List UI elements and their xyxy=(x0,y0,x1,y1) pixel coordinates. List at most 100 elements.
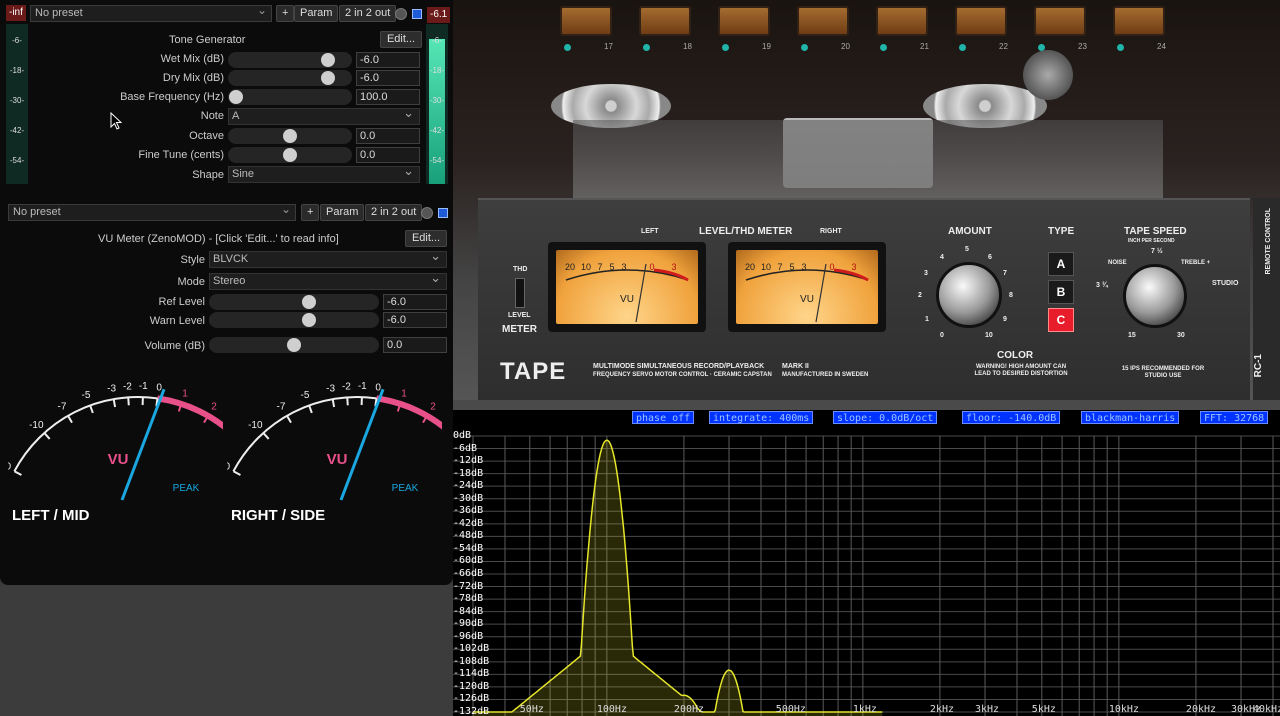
analyzer-status-item[interactable]: slope: 0.0dB/oct xyxy=(833,411,938,424)
slider-thumb[interactable] xyxy=(283,129,297,143)
tone-preset-select[interactable]: No preset xyxy=(30,3,272,22)
slider-thumb[interactable] xyxy=(302,313,317,327)
db-axis-label: -30dB xyxy=(453,492,484,504)
vu-tick xyxy=(262,432,270,440)
model-label: RC-1 xyxy=(1253,354,1264,378)
base-frequency-label: Base Frequency (Hz) xyxy=(120,91,224,103)
base-frequency-slider[interactable] xyxy=(228,89,352,105)
db-axis-label: -6dB xyxy=(453,442,478,454)
slider-thumb[interactable] xyxy=(287,338,301,352)
color-label: COLOR xyxy=(997,350,1034,361)
slider-thumb[interactable] xyxy=(302,295,317,309)
vu-add-preset-button[interactable]: + xyxy=(301,204,320,221)
wet-mix-value[interactable]: -6.0 xyxy=(356,52,420,68)
vu-wet-knob-icon[interactable] xyxy=(421,207,433,219)
frequency-axis-label: 3kHz xyxy=(975,704,1000,715)
vu-preset-select[interactable]: No preset xyxy=(8,202,296,221)
amount-tick-6: 6 xyxy=(988,254,992,261)
style-select[interactable]: BLVCK xyxy=(209,248,447,268)
vu-routing-button[interactable]: 2 in 2 out xyxy=(365,204,423,221)
analyzer-status-item[interactable]: floor: -140.0dB xyxy=(962,411,1061,424)
tone-routing-button[interactable]: 2 in 2 out xyxy=(339,5,397,22)
warn-level-slider[interactable] xyxy=(209,312,379,328)
vu-param-button[interactable]: Param xyxy=(320,204,365,221)
speed-recommendation: 15 IPS RECOMMENDED FOR STUDIO USE xyxy=(1121,366,1205,379)
shape-select[interactable]: Sine xyxy=(228,163,420,183)
volume-value[interactable]: 0.0 xyxy=(383,337,447,353)
vu-tick xyxy=(331,398,336,408)
base-frequency-value[interactable]: 100.0 xyxy=(356,89,420,105)
tone-param-button[interactable]: Param xyxy=(294,5,339,22)
slider-thumb[interactable] xyxy=(283,148,297,162)
wet-mix-slider[interactable] xyxy=(228,52,352,68)
dry-mix-slider[interactable] xyxy=(228,70,352,86)
ref-level-slider[interactable] xyxy=(209,294,379,310)
vu-scale-label: 0 xyxy=(156,382,162,393)
frequency-axis-label: 100Hz xyxy=(596,704,627,715)
warn-level-value[interactable]: -6.0 xyxy=(383,312,447,328)
tone-add-preset-button[interactable]: + xyxy=(276,5,295,22)
db-axis-label: -78dB xyxy=(453,593,484,605)
tone-edit-button[interactable]: Edit... xyxy=(380,31,422,48)
channel-number: 17 xyxy=(604,42,613,51)
type-button-a[interactable]: A xyxy=(1048,252,1074,276)
frequency-axis-label: 500Hz xyxy=(775,704,806,715)
vu-tick xyxy=(308,405,313,414)
note-select[interactable]: A xyxy=(228,105,420,125)
channel-number: 21 xyxy=(920,42,929,51)
wet-mix-label: Wet Mix (dB) xyxy=(160,53,224,65)
volume-slider[interactable] xyxy=(209,337,379,353)
analyzer-status-item[interactable]: integrate: 400ms xyxy=(709,411,814,424)
amount-knob[interactable] xyxy=(936,262,1002,328)
type-button-c[interactable]: C xyxy=(1048,308,1074,332)
left-vu-dial: 20 10 7 5 3 0 3VU xyxy=(556,250,698,324)
vu-scale-label: 1 xyxy=(182,388,188,399)
warning-text: WARNING! HIGH AMOUNT CAN LEAD TO DESIRED… xyxy=(974,364,1068,377)
db-axis-label: -60dB xyxy=(453,555,484,567)
screen-root: -inf No preset + Param 2 in 2 out -6.1 -… xyxy=(0,0,1280,716)
analyzer-status-item[interactable]: phase off xyxy=(632,411,695,424)
ref-level-value[interactable]: -6.0 xyxy=(383,294,447,310)
analyzer-status-item[interactable]: FFT: 32768 xyxy=(1200,411,1269,424)
tape-speed-knob[interactable] xyxy=(1123,264,1187,328)
dry-mix-value[interactable]: -6.0 xyxy=(356,70,420,86)
slider-thumb[interactable] xyxy=(229,90,243,104)
fine-tune-slider[interactable] xyxy=(228,147,352,163)
channel-display xyxy=(718,6,770,36)
vu-scale-label: -1 xyxy=(358,381,367,392)
db-axis-label: -120dB xyxy=(453,680,490,692)
speed-tick-3-75: 3 ¾ xyxy=(1096,282,1108,289)
amount-tick-2: 2 xyxy=(918,292,922,299)
octave-slider[interactable] xyxy=(228,128,352,144)
vu-needle xyxy=(120,388,166,501)
mode-select[interactable]: Stereo xyxy=(209,270,447,290)
db-axis-label: -66dB xyxy=(453,568,484,579)
style-label: Style xyxy=(180,254,205,266)
tone-wet-knob-icon[interactable] xyxy=(395,8,407,20)
type-button-b[interactable]: B xyxy=(1048,280,1074,304)
tone-generator-title: Tone Generator xyxy=(169,34,246,46)
meter-mode-switch[interactable] xyxy=(515,278,525,308)
vu-tick xyxy=(346,397,349,406)
amount-tick-9: 9 xyxy=(1003,316,1007,323)
fine-tune-value[interactable]: 0.0 xyxy=(356,147,420,163)
octave-value[interactable]: 0.0 xyxy=(356,128,420,144)
speed-tick-30: 30 xyxy=(1177,332,1185,339)
channel-display xyxy=(639,6,691,36)
spectrum-analyzer: phase off integrate: 400ms slope: 0.0dB/oc… xyxy=(453,410,1280,716)
vu-scale-label: -3 xyxy=(326,383,335,394)
analyzer-status-item[interactable]: blackman-harris xyxy=(1081,411,1180,424)
vu-bypass-toggle[interactable] xyxy=(438,208,448,218)
brand-line-2: FREQUENCY SERVO MOTOR CONTROL · CERAMIC … xyxy=(593,372,772,378)
left-mid-caption: LEFT / MID xyxy=(12,507,90,524)
tone-bypass-toggle[interactable] xyxy=(412,9,422,19)
volume-label: Volume (dB) xyxy=(144,340,205,352)
db-axis-label: -48dB xyxy=(453,530,484,542)
level-label: LEVEL xyxy=(508,312,531,319)
slider-thumb[interactable] xyxy=(320,53,335,67)
slider-thumb[interactable] xyxy=(320,71,335,85)
vu-scale-label: -3 xyxy=(107,383,116,394)
channel-led-icon xyxy=(880,44,887,51)
vu-edit-button[interactable]: Edit... xyxy=(405,230,447,247)
tape-speed-sub: INCH PER SECOND xyxy=(1128,238,1175,244)
